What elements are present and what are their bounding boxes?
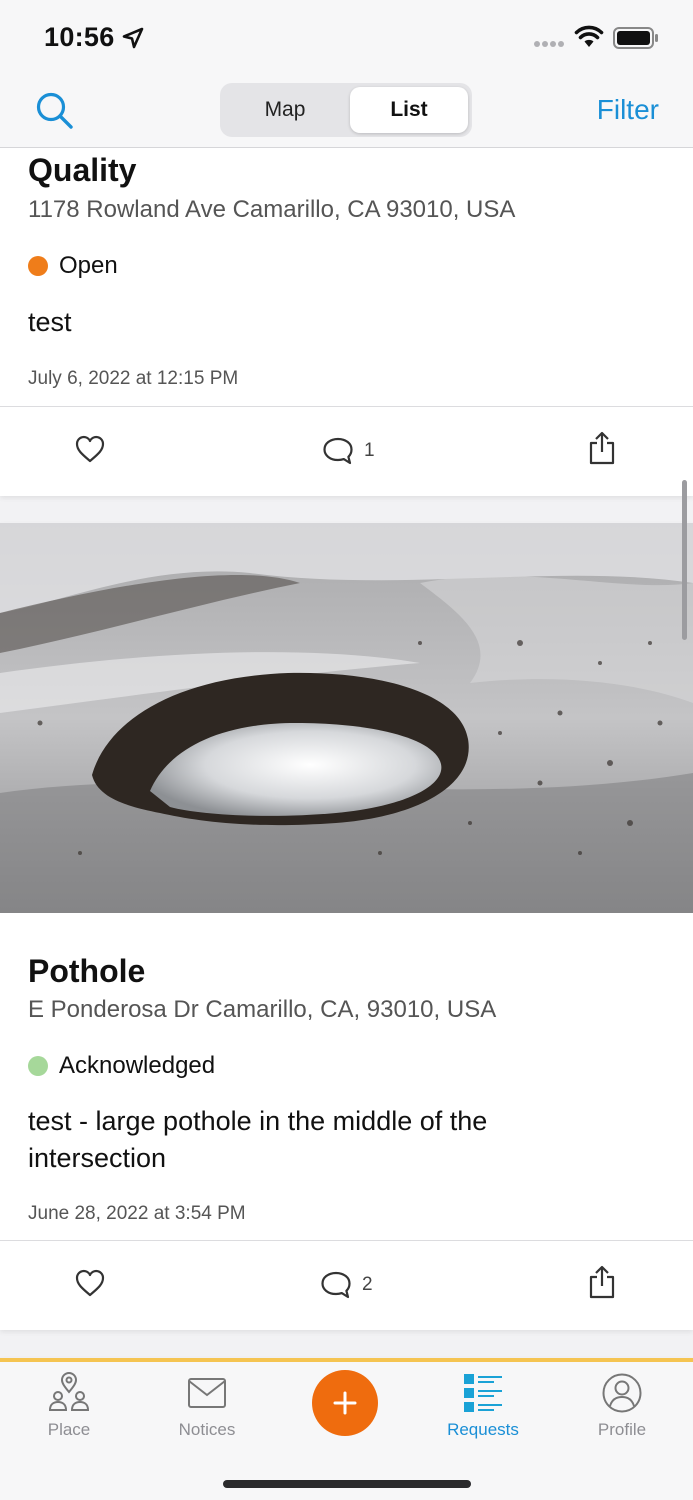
status-bar: 10:56	[0, 0, 693, 74]
cellular-signal-icon	[534, 41, 564, 47]
tab-label: Requests	[447, 1420, 519, 1439]
home-indicator[interactable]	[223, 1480, 471, 1488]
request-photo[interactable]	[0, 523, 693, 913]
tab-profile[interactable]: Profile	[567, 1372, 677, 1440]
battery-icon	[613, 27, 658, 49]
wifi-icon	[574, 25, 604, 47]
request-address: E Ponderosa Dr Camarillo, CA, 93010, USA	[28, 996, 497, 1023]
tab-place[interactable]: Place	[14, 1372, 124, 1440]
tab-requests[interactable]: Requests	[428, 1372, 538, 1440]
tab-label: Profile	[597, 1420, 647, 1439]
share-icon	[589, 431, 615, 465]
request-date: June 28, 2022 at 3:54 PM	[28, 1203, 246, 1224]
status-label: Acknowledged	[59, 1052, 216, 1079]
share-icon	[589, 1265, 615, 1299]
request-description: test	[28, 307, 72, 337]
comments-button[interactable]: 1	[322, 436, 375, 466]
status-time: 10:56	[44, 22, 115, 52]
request-card[interactable]: Quality 1178 Rowland Ave Camarillo, CA 9…	[0, 148, 693, 496]
heart-icon	[75, 1269, 105, 1297]
add-request-button[interactable]	[312, 1370, 378, 1436]
request-list[interactable]: Quality 1178 Rowland Ave Camarillo, CA 9…	[0, 148, 693, 1358]
profile-icon	[602, 1373, 642, 1413]
view-segmented-control: Map List	[220, 83, 472, 137]
tab-bar: Place Notices Requests Profile	[0, 1358, 693, 1500]
location-arrow-icon	[122, 27, 144, 49]
request-address: 1178 Rowland Ave Camarillo, CA 93010, US…	[28, 196, 516, 223]
status-label: Open	[59, 252, 118, 279]
comments-button[interactable]: 2	[320, 1270, 373, 1300]
request-title: Pothole	[28, 953, 146, 989]
share-button[interactable]	[587, 1264, 617, 1300]
plus-icon	[333, 1391, 357, 1415]
tab-label: Place	[47, 1420, 91, 1439]
divider	[0, 406, 693, 407]
status-dot	[28, 256, 48, 276]
divider	[0, 1240, 693, 1241]
request-date: July 6, 2022 at 12:15 PM	[28, 368, 239, 389]
like-button[interactable]	[74, 1268, 106, 1298]
tab-notices[interactable]: Notices	[152, 1372, 262, 1440]
status-row: Acknowledged	[28, 1052, 215, 1080]
share-button[interactable]	[587, 430, 617, 466]
mail-icon	[188, 1378, 226, 1408]
request-title: Quality	[28, 152, 137, 188]
search-icon[interactable]	[34, 90, 76, 132]
comment-icon	[321, 1271, 351, 1299]
filter-button[interactable]: Filter	[597, 94, 659, 126]
heart-icon	[75, 435, 105, 463]
comment-count: 1	[364, 440, 375, 461]
list-segment[interactable]: List	[350, 87, 468, 133]
nav-bar: Map List Filter	[0, 74, 693, 148]
scrollbar[interactable]	[682, 480, 687, 640]
status-row: Open	[28, 252, 118, 280]
place-icon	[48, 1372, 90, 1411]
like-button[interactable]	[74, 434, 106, 464]
list-icon	[464, 1374, 502, 1412]
comment-icon	[323, 437, 353, 465]
status-dot	[28, 1056, 48, 1076]
request-card[interactable]: Pothole E Ponderosa Dr Camarillo, CA, 93…	[0, 523, 693, 1330]
pothole-photo	[0, 523, 693, 913]
tab-label: Notices	[178, 1420, 236, 1439]
request-description: test - large pothole in the middle of th…	[28, 1106, 488, 1173]
map-segment[interactable]: Map	[224, 87, 346, 133]
comment-count: 2	[362, 1274, 373, 1295]
